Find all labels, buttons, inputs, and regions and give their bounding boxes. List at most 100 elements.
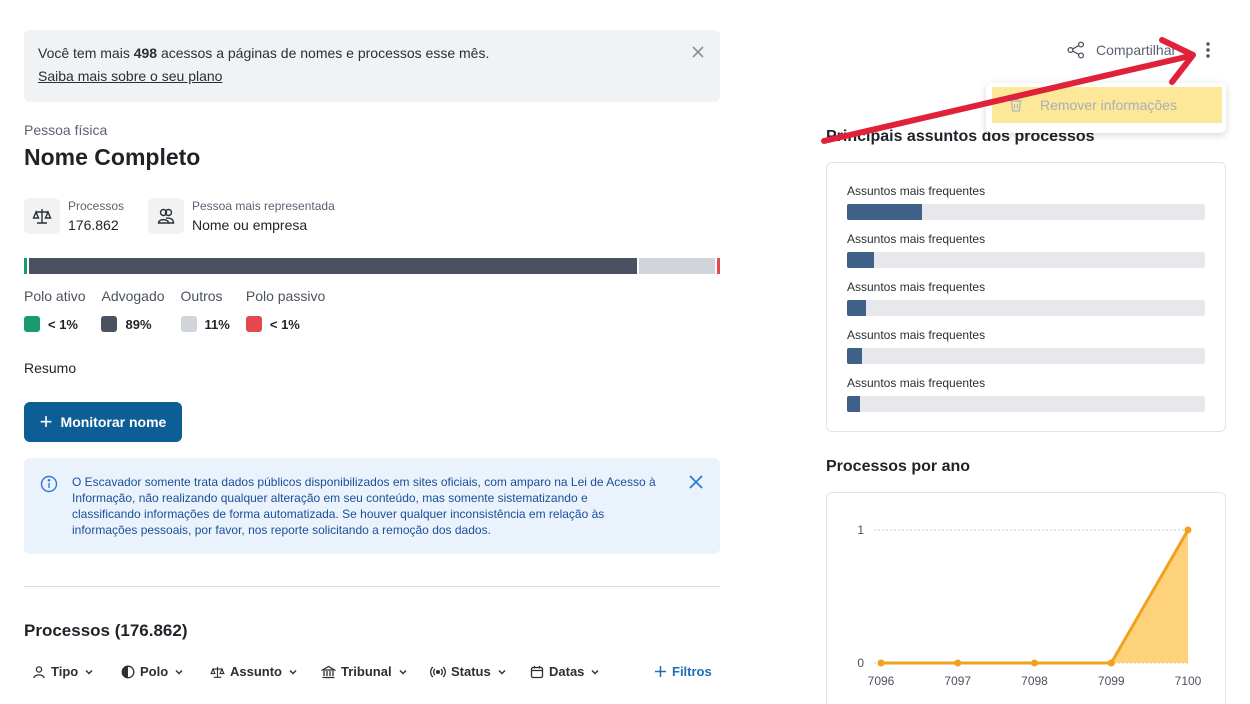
processes-value: 176.862 [68,217,119,233]
polo-bar-segment [24,258,28,274]
subjects-card: Assuntos mais frequentes Assuntos mais fr… [826,162,1226,432]
subject-bar-fill [847,348,863,364]
subject-label: Assuntos mais frequentes [847,184,986,198]
polo-legend-percent: 11% [204,316,230,332]
plan-banner: Você tem mais 498 acessos a páginas de n… [24,30,720,102]
polo-legend-name: Outros [180,288,223,304]
polo-legend-swatch [24,316,40,332]
polo-bar-segment [716,258,720,274]
calendar-icon [530,665,544,679]
chevron-down-icon [84,667,94,677]
remove-info-menu-item[interactable]: Remover informações [992,87,1222,123]
represented-value: Nome ou empresa [192,217,308,233]
half-circle-icon [121,665,135,679]
broadcast-icon [430,665,446,679]
plus-icon [654,665,667,678]
subject-bar-track [847,204,1205,220]
share-button[interactable]: Compartilhar [1066,40,1176,60]
polo-legend-name: Polo ativo [24,288,86,304]
year-chart: 0 1 7096 7097 7098 7099 7100 [857,523,1202,688]
share-icon [1066,40,1086,60]
access-count: 498 [133,45,158,61]
polo-legend-percent: < 1% [269,316,300,332]
y-tick-label: 0 [857,656,864,670]
plan-banner-text: Você tem mais 498 acessos a páginas de n… [38,45,490,61]
chevron-down-icon [398,667,408,677]
polo-legend-percent: 89% [125,316,152,332]
plus-icon: + [39,409,53,434]
resumo-heading: Resumo [24,360,77,376]
polo-legend-item: Outros 11% [180,288,230,332]
scale-icon [24,198,60,234]
area-fill [881,530,1188,663]
building-icon [321,665,336,679]
subject-bar-fill [847,204,923,220]
trash-icon [1008,97,1024,113]
subject-item: Assuntos mais frequentes [847,280,1205,316]
info-notice: O Escavador somente trata dados públicos… [24,458,720,554]
polo-legend-swatch [101,316,118,332]
filter-bar: Tipo Polo Assunto Tribunal Status Datas … [24,664,720,688]
filter-datas[interactable]: Datas [530,664,600,679]
y-tick-label: 1 [857,523,864,537]
data-point [877,659,885,667]
polo-legend-item: Advogado 89% [101,288,165,332]
represented-label: Pessoa mais representada [192,199,335,213]
polo-legend-swatch [180,316,197,332]
data-point [1031,659,1038,667]
share-label: Compartilhar [1096,42,1177,58]
x-tick-label: 7096 [868,674,895,688]
subject-bar-fill [847,396,861,412]
filter-polo[interactable]: Polo [121,664,184,679]
data-point [1184,526,1192,534]
filter-assunto[interactable]: Assunto [210,664,298,679]
person-type: Pessoa física [24,122,108,138]
subject-item: Assuntos mais frequentes [847,376,1205,412]
polo-distribution-bar [24,258,720,274]
subject-label: Assuntos mais frequentes [847,328,986,342]
more-filters-button[interactable]: Filtros [654,664,712,679]
options-menu: Remover informações [986,83,1226,133]
x-tick-label: 7097 [944,674,971,688]
polo-legend: Polo ativo < 1% Advogado 89% Outros 11% Polo p… [24,288,341,332]
processes-stat: Processos 176.862 [24,198,124,234]
subject-label: Assuntos mais frequentes [847,376,986,390]
person-icon [32,665,46,679]
polo-legend-swatch [245,316,262,332]
divider [24,586,720,587]
monitor-name-button[interactable]: + Monitorar nome [24,402,182,442]
chevron-down-icon [497,667,507,677]
x-tick-label: 7100 [1175,674,1202,688]
plan-info-link[interactable]: Saiba mais sobre o seu plano [38,68,222,84]
subject-item: Assuntos mais frequentes [847,232,1205,268]
subject-bar-track [847,252,1205,268]
polo-legend-item: Polo ativo < 1% [24,288,85,332]
close-icon[interactable] [688,474,704,495]
polo-legend-percent: < 1% [48,316,78,332]
x-tick-label: 7098 [1021,674,1048,688]
polo-bar-segment [29,258,638,274]
subject-bar-fill [847,252,874,268]
info-notice-text: O Escavador somente trata dados públicos… [72,475,656,537]
data-point [954,659,962,667]
subject-label: Assuntos mais frequentes [847,280,986,294]
remove-info-label: Remover informações [1040,97,1177,113]
close-icon[interactable] [690,44,706,60]
subject-item: Assuntos mais frequentes [847,184,1205,220]
filter-tipo[interactable]: Tipo [32,664,94,679]
subject-bar-track [847,348,1205,364]
filter-status[interactable]: Status [430,664,507,679]
subject-label: Assuntos mais frequentes [847,232,986,246]
more-options-icon[interactable] [1200,40,1216,60]
chevron-down-icon [590,667,600,677]
filter-tribunal[interactable]: Tribunal [321,664,408,679]
year-chart-title: Processos por ano [826,458,971,475]
chevron-down-icon [174,667,184,677]
page-title: Nome Completo [24,144,201,170]
data-point [1107,659,1115,667]
represented-stat: Pessoa mais representada Nome ou empresa [148,198,335,234]
processes-title: Processos (176.862) [24,621,188,640]
scale-icon [210,665,225,679]
people-icon [148,198,184,234]
polo-legend-name: Polo passivo [245,288,326,304]
